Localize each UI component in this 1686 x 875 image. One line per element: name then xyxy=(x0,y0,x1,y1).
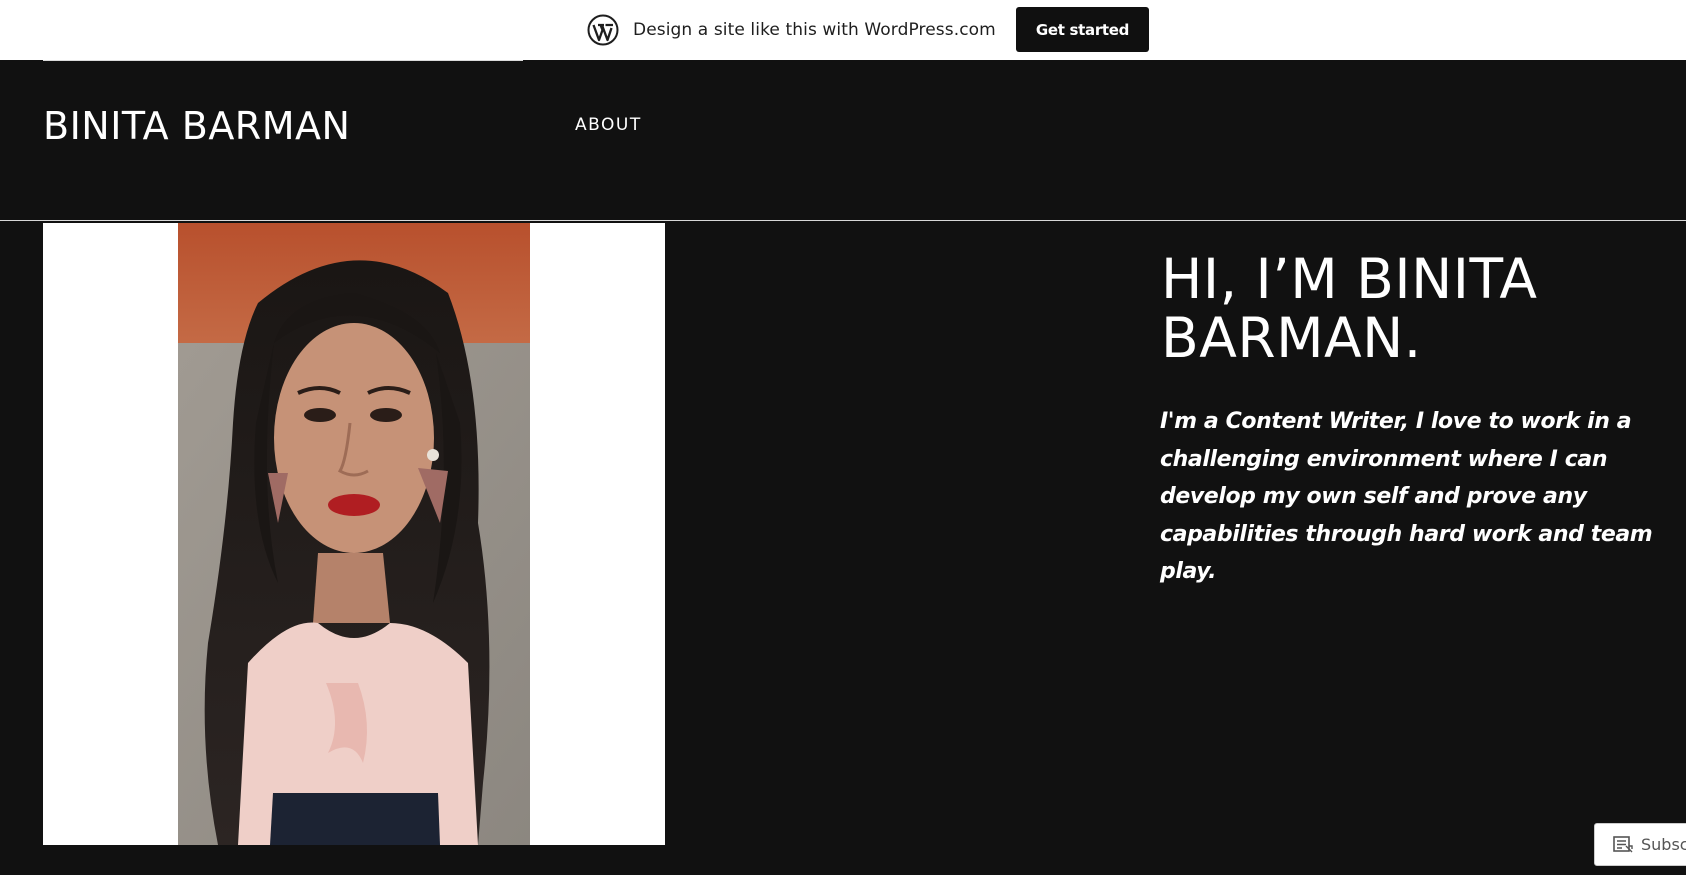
hero-title: HI, I’M BINITA BARMAN. xyxy=(1161,247,1538,370)
subscribe-button[interactable]: Subscribe xyxy=(1594,823,1686,866)
get-started-button[interactable]: Get started xyxy=(1015,7,1150,52)
banner-content: Design a site like this with WordPress.c… xyxy=(587,7,1150,52)
profile-photo xyxy=(178,223,530,845)
wordpress-logo-icon[interactable] xyxy=(587,14,619,46)
header-top-rule xyxy=(43,59,523,61)
header-divider xyxy=(0,220,1686,221)
nav-item-about[interactable]: ABOUT xyxy=(575,115,642,135)
banner-text[interactable]: Design a site like this with WordPress.c… xyxy=(633,20,996,40)
wordpress-banner: Design a site like this with WordPress.c… xyxy=(0,0,1686,60)
hero-description: I'm a Content Writer, I love to work in … xyxy=(1160,409,1653,584)
site-title[interactable]: BINITA BARMAN xyxy=(43,104,350,148)
reader-icon xyxy=(1613,835,1633,854)
subscribe-label: Subscribe xyxy=(1641,835,1686,854)
profile-photo-frame xyxy=(43,223,665,845)
